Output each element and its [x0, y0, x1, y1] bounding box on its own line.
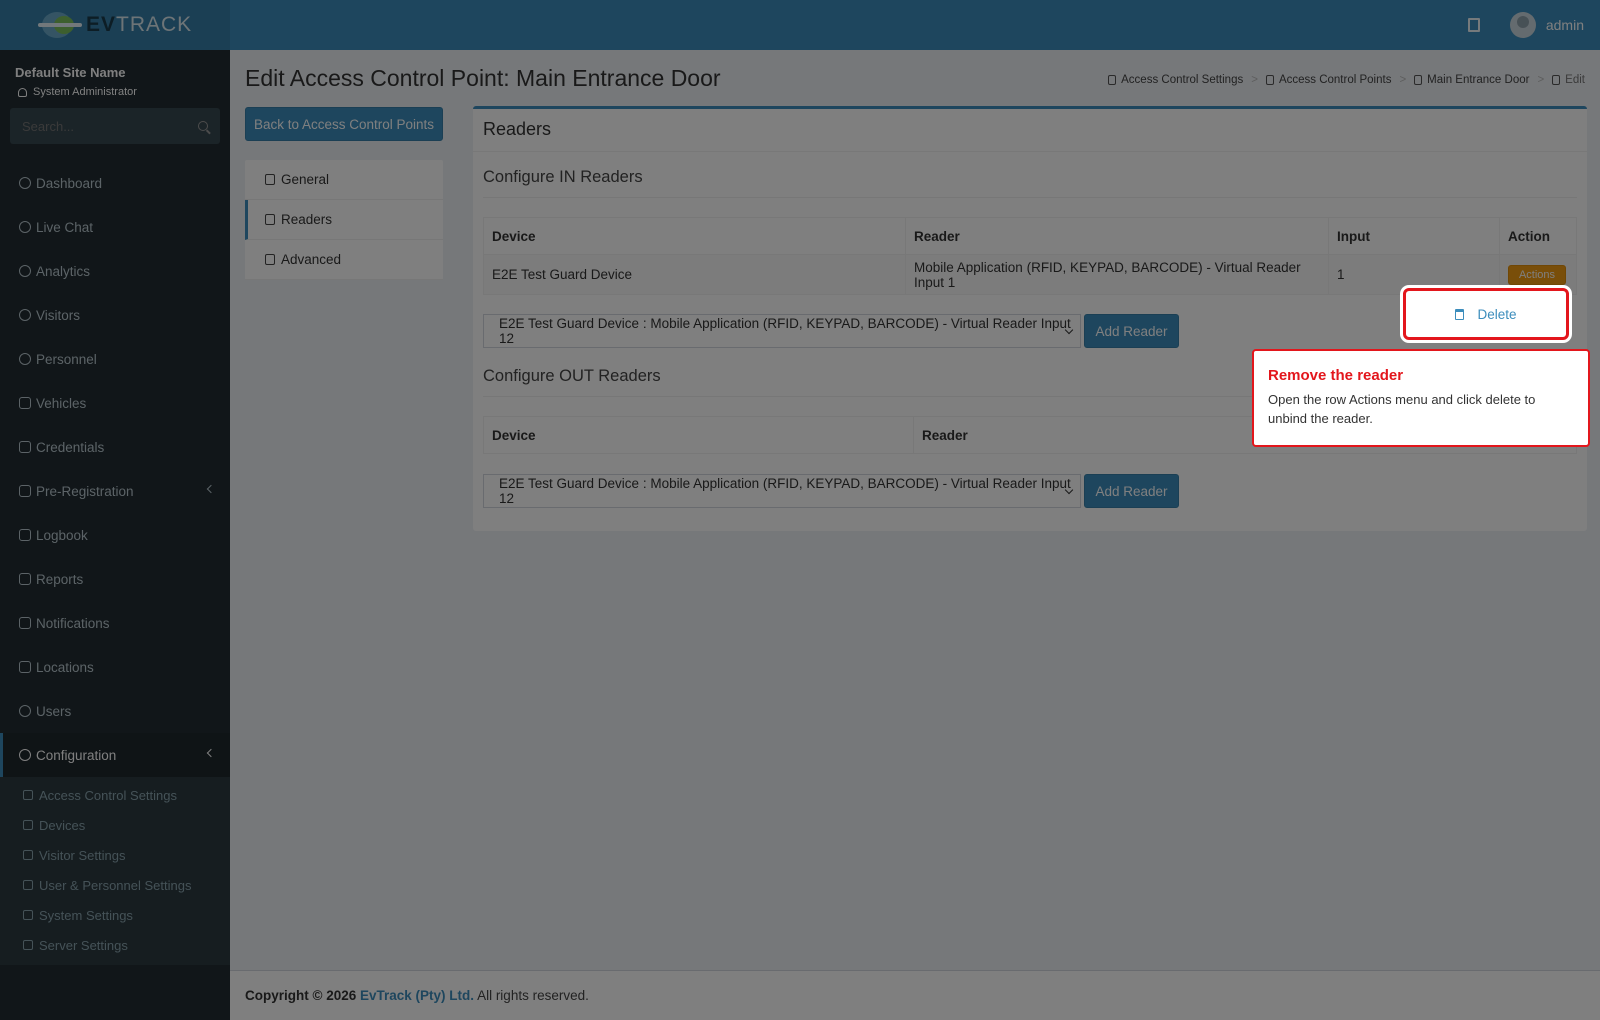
tooltip-title: Remove the reader	[1268, 367, 1404, 384]
trash-icon	[1455, 308, 1465, 320]
delete-menu-item[interactable]: Delete	[1403, 288, 1569, 340]
tutorial-tooltip: Remove the reader Open the row Actions m…	[1252, 349, 1590, 447]
tooltip-body: Open the row Actions menu and click dele…	[1268, 392, 1536, 426]
overlay-backdrop	[0, 0, 1600, 1020]
